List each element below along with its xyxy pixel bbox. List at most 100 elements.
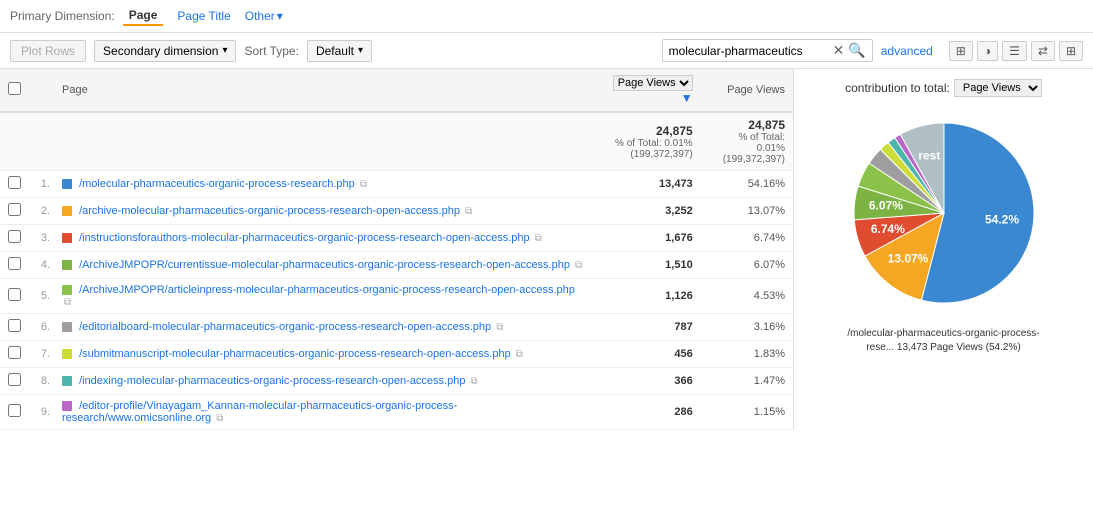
row-color-dot bbox=[62, 322, 72, 332]
row-pageviews: 1,676 bbox=[591, 225, 701, 252]
summary-pageviews: 24,875 % of Total: 0.01% (199,372,397) bbox=[591, 112, 701, 171]
table-row: 6. /editorialboard-molecular-pharmaceuti… bbox=[0, 314, 793, 341]
page-link[interactable]: /editor-profile/Vinayagam_Kannan-molecul… bbox=[62, 400, 457, 424]
row-checkbox[interactable] bbox=[0, 279, 29, 314]
chart-tooltip: /molecular-pharmaceutics-organic-process… bbox=[844, 327, 1044, 355]
data-table: Page Page Views ▼ Page Views 24,875 bbox=[0, 69, 793, 430]
copy-icon[interactable]: ⧉ bbox=[216, 413, 223, 424]
page-link[interactable]: /indexing-molecular-pharmaceutics-organi… bbox=[79, 375, 465, 387]
row-page: /ArchiveJMPOPR/currentissue-molecular-ph… bbox=[54, 252, 591, 279]
row-number: 1. bbox=[29, 171, 54, 198]
row-checkbox[interactable] bbox=[0, 252, 29, 279]
table-row: 8. /indexing-molecular-pharmaceutics-org… bbox=[0, 368, 793, 395]
chart-header: contribution to total: Page Views bbox=[845, 79, 1042, 97]
copy-icon[interactable]: ⧉ bbox=[535, 233, 542, 244]
page-link[interactable]: /ArchiveJMPOPR/currentissue-molecular-ph… bbox=[79, 259, 570, 271]
pivot-icon[interactable]: ⊞ bbox=[1059, 41, 1083, 61]
pageviews-select[interactable]: Page Views bbox=[613, 75, 693, 91]
sort-arrow: ▼ bbox=[681, 91, 693, 105]
search-input[interactable] bbox=[669, 44, 829, 58]
pie-label: 13.07% bbox=[887, 251, 928, 265]
row-checkbox[interactable] bbox=[0, 368, 29, 395]
row-pct: 6.74% bbox=[701, 225, 793, 252]
page-link[interactable]: /archive-molecular-pharmaceutics-organic… bbox=[79, 205, 460, 217]
advanced-link[interactable]: advanced bbox=[881, 44, 933, 58]
page-link[interactable]: /submitmanuscript-molecular-pharmaceutic… bbox=[79, 348, 511, 360]
row-pct: 4.53% bbox=[701, 279, 793, 314]
copy-icon[interactable]: ⧉ bbox=[516, 349, 523, 360]
col-pageviews: Page Views ▼ bbox=[591, 69, 701, 112]
copy-icon[interactable]: ⧉ bbox=[465, 206, 472, 217]
row-pageviews: 13,473 bbox=[591, 171, 701, 198]
tab-other[interactable]: Other ▾ bbox=[245, 9, 283, 23]
secondary-dimension-dropdown[interactable]: Secondary dimension ▾ bbox=[94, 40, 236, 62]
view-icons: ⊞ ◑ ☰ ⇄ ⊞ bbox=[949, 41, 1083, 61]
row-pct: 1.47% bbox=[701, 368, 793, 395]
select-all-checkbox[interactable] bbox=[8, 82, 21, 95]
col-checkbox bbox=[0, 69, 29, 112]
page-link[interactable]: /instructionsforauthors-molecular-pharma… bbox=[79, 232, 530, 244]
search-box: ✕ 🔍 bbox=[662, 39, 873, 62]
table-row: 5. /ArchiveJMPOPR/articleinpress-molecul… bbox=[0, 279, 793, 314]
row-page: /editorialboard-molecular-pharmaceutics-… bbox=[54, 314, 591, 341]
table-section: Page Page Views ▼ Page Views 24,875 bbox=[0, 69, 793, 430]
row-page: /molecular-pharmaceutics-organic-process… bbox=[54, 171, 591, 198]
row-page: /editor-profile/Vinayagam_Kannan-molecul… bbox=[54, 395, 591, 430]
pie-view-icon[interactable]: ◑ bbox=[977, 41, 998, 61]
row-checkbox[interactable] bbox=[0, 171, 29, 198]
list-view-icon[interactable]: ☰ bbox=[1002, 41, 1027, 61]
row-number: 8. bbox=[29, 368, 54, 395]
row-pageviews: 456 bbox=[591, 341, 701, 368]
page-link[interactable]: /molecular-pharmaceutics-organic-process… bbox=[79, 178, 355, 190]
row-number: 4. bbox=[29, 252, 54, 279]
tab-page[interactable]: Page bbox=[123, 6, 164, 26]
row-checkbox[interactable] bbox=[0, 198, 29, 225]
table-row: 2. /archive-molecular-pharmaceutics-orga… bbox=[0, 198, 793, 225]
row-pageviews: 3,252 bbox=[591, 198, 701, 225]
row-number: 9. bbox=[29, 395, 54, 430]
compare-icon[interactable]: ⇄ bbox=[1031, 41, 1055, 61]
table-row: 4. /ArchiveJMPOPR/currentissue-molecular… bbox=[0, 252, 793, 279]
copy-icon[interactable]: ⧉ bbox=[471, 376, 478, 387]
chart-metric-select[interactable]: Page Views bbox=[954, 79, 1042, 97]
copy-icon[interactable]: ⧉ bbox=[575, 260, 582, 271]
page-link[interactable]: /ArchiveJMPOPR/articleinpress-molecular-… bbox=[79, 284, 575, 296]
row-checkbox[interactable] bbox=[0, 395, 29, 430]
row-page: /instructionsforauthors-molecular-pharma… bbox=[54, 225, 591, 252]
pie-chart: 54.2%13.07%6.74%6.07%rest bbox=[834, 103, 1054, 323]
grid-view-icon[interactable]: ⊞ bbox=[949, 41, 973, 61]
row-pct: 1.15% bbox=[701, 395, 793, 430]
copy-icon[interactable]: ⧉ bbox=[360, 179, 367, 190]
toolbar: Plot Rows Secondary dimension ▾ Sort Typ… bbox=[0, 33, 1093, 69]
row-page: /ArchiveJMPOPR/articleinpress-molecular-… bbox=[54, 279, 591, 314]
pie-label: 54.2% bbox=[985, 213, 1019, 227]
search-clear-button[interactable]: ✕ bbox=[833, 42, 845, 59]
search-submit-button[interactable]: 🔍 bbox=[848, 42, 865, 59]
row-pct: 1.83% bbox=[701, 341, 793, 368]
row-pageviews: 1,510 bbox=[591, 252, 701, 279]
row-checkbox[interactable] bbox=[0, 225, 29, 252]
chart-section: contribution to total: Page Views 54.2% 1… bbox=[793, 69, 1093, 430]
row-page: /indexing-molecular-pharmaceutics-organi… bbox=[54, 368, 591, 395]
row-pageviews: 366 bbox=[591, 368, 701, 395]
row-number: 2. bbox=[29, 198, 54, 225]
page-link[interactable]: /editorialboard-molecular-pharmaceutics-… bbox=[79, 321, 491, 333]
row-color-dot bbox=[62, 260, 72, 270]
row-checkbox[interactable] bbox=[0, 341, 29, 368]
row-pageviews: 787 bbox=[591, 314, 701, 341]
col-rownum bbox=[29, 69, 54, 112]
pie-label: 6.74% bbox=[870, 222, 904, 236]
row-checkbox[interactable] bbox=[0, 314, 29, 341]
row-pageviews: 286 bbox=[591, 395, 701, 430]
plot-rows-button[interactable]: Plot Rows bbox=[10, 40, 86, 62]
primary-dim-label: Primary Dimension: bbox=[10, 9, 115, 23]
main-content: Page Page Views ▼ Page Views 24,875 bbox=[0, 69, 1093, 430]
tab-page-title[interactable]: Page Title bbox=[171, 7, 236, 25]
row-color-dot bbox=[62, 349, 72, 359]
row-number: 5. bbox=[29, 279, 54, 314]
table-row: 7. /submitmanuscript-molecular-pharmaceu… bbox=[0, 341, 793, 368]
copy-icon[interactable]: ⧉ bbox=[64, 297, 71, 308]
copy-icon[interactable]: ⧉ bbox=[496, 322, 503, 333]
pie-label: rest bbox=[918, 149, 940, 163]
sort-default-dropdown[interactable]: Default ▾ bbox=[307, 40, 372, 62]
